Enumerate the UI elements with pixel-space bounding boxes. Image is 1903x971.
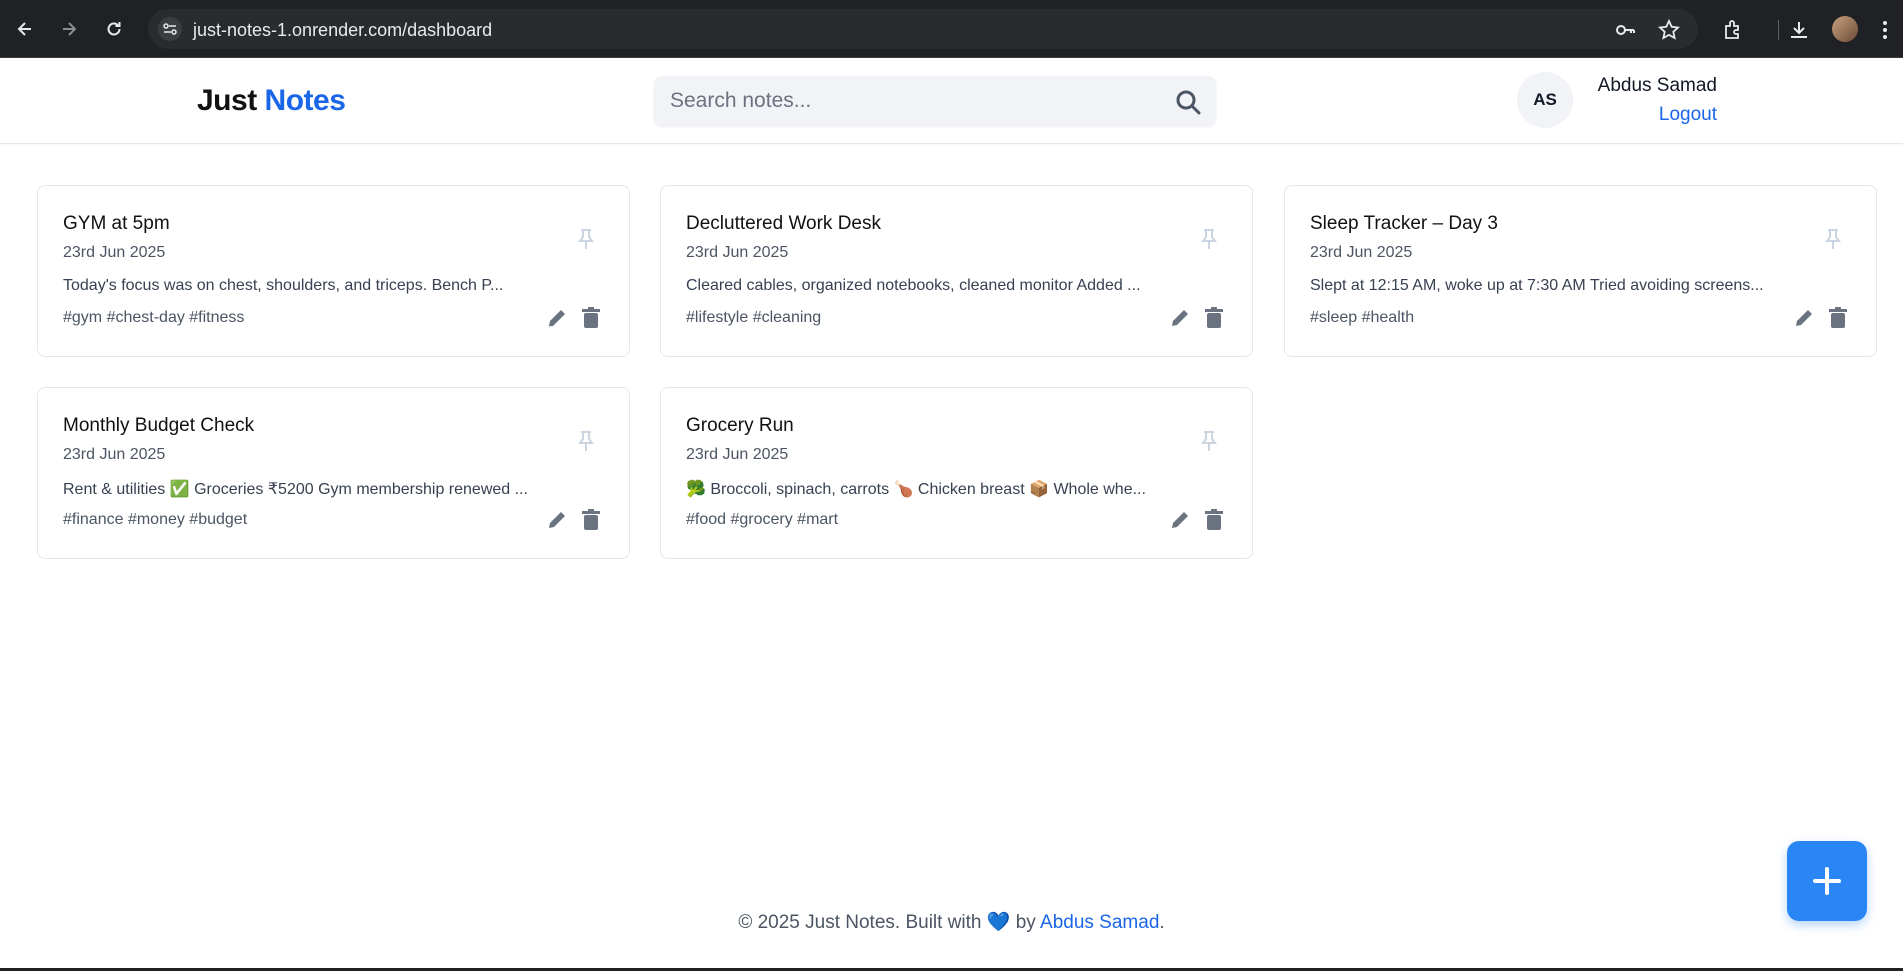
extensions-icon[interactable] (1720, 17, 1746, 43)
edit-icon[interactable] (1792, 306, 1816, 330)
note-title: Sleep Tracker – Day 3 (1310, 213, 1498, 234)
pin-icon[interactable] (1198, 429, 1220, 453)
note-tags: #lifestyle #cleaning (686, 309, 822, 326)
edit-icon[interactable] (1168, 508, 1192, 532)
add-note-button[interactable] (1787, 841, 1867, 921)
pin-icon[interactable] (575, 429, 597, 453)
user-name: Abdus Samad (1597, 75, 1717, 96)
note-date: 23rd Jun 2025 (686, 446, 789, 463)
note-title: Grocery Run (686, 415, 794, 436)
note-card[interactable]: Decluttered Work Desk 23rd Jun 2025 Clea… (660, 185, 1253, 357)
note-tags: #food #grocery #mart (686, 511, 839, 528)
browser-toolbar: just-notes-1.onrender.com/dashboard (0, 0, 1903, 58)
logo-part-just: Just (197, 84, 257, 117)
address-bar[interactable]: just-notes-1.onrender.com/dashboard (148, 9, 1698, 49)
back-button[interactable] (12, 16, 38, 42)
edit-icon[interactable] (545, 306, 569, 330)
pin-icon[interactable] (1198, 227, 1220, 251)
footer-author-link[interactable]: Abdus Samad (1040, 912, 1159, 933)
delete-icon[interactable] (1203, 508, 1225, 532)
app-header: Just Notes AS Abdus Samad Logout (0, 58, 1903, 144)
arrow-right-icon (63, 22, 77, 36)
delete-icon[interactable] (1827, 306, 1849, 330)
plus-icon (1813, 867, 1841, 895)
browser-menu-icon[interactable] (1872, 17, 1898, 43)
search-icon[interactable] (1174, 88, 1202, 116)
forward-button[interactable] (56, 16, 82, 42)
note-title: GYM at 5pm (63, 213, 170, 234)
note-title: Monthly Budget Check (63, 415, 255, 436)
logout-link[interactable]: Logout (1659, 104, 1717, 126)
delete-icon[interactable] (580, 306, 602, 330)
note-tags: #sleep #health (1310, 309, 1415, 326)
note-preview: 🥦 Broccoli, spinach, carrots 🍗 Chicken b… (686, 481, 1146, 498)
note-preview: Rent & utilities ✅ Groceries ₹5200 Gym m… (63, 481, 528, 498)
user-avatar[interactable]: AS (1517, 72, 1573, 128)
url-text: just-notes-1.onrender.com/dashboard (193, 20, 493, 40)
logo[interactable]: Just Notes (197, 84, 346, 118)
delete-icon[interactable] (1203, 306, 1225, 330)
edit-icon[interactable] (1168, 306, 1192, 330)
download-icon[interactable] (1786, 17, 1812, 43)
note-tags: #finance #money #budget (63, 511, 248, 528)
footer-suffix: . (1159, 912, 1165, 933)
site-info-icon[interactable] (158, 17, 182, 41)
logo-part-notes: Notes (264, 84, 346, 117)
note-date: 23rd Jun 2025 (63, 446, 166, 463)
note-card[interactable]: Monthly Budget Check 23rd Jun 2025 Rent … (37, 387, 630, 559)
reload-icon (107, 22, 121, 36)
heart-icon: 💙 (986, 912, 1011, 933)
note-tags: #gym #chest-day #fitness (63, 309, 245, 326)
password-key-icon[interactable] (1614, 19, 1636, 41)
arrow-left-icon (17, 22, 31, 36)
note-date: 23rd Jun 2025 (1310, 244, 1413, 261)
footer-by: by (1015, 912, 1036, 933)
browser-profile-avatar[interactable] (1832, 16, 1858, 42)
note-title: Decluttered Work Desk (686, 213, 881, 234)
bookmark-star-icon[interactable] (1658, 19, 1680, 41)
note-card[interactable]: Grocery Run 23rd Jun 2025 🥦 Broccoli, sp… (660, 387, 1253, 559)
note-preview: Today's focus was on chest, shoulders, a… (63, 277, 504, 294)
search-box (654, 76, 1216, 126)
pin-icon[interactable] (1822, 227, 1844, 251)
reload-button[interactable] (101, 16, 127, 42)
edit-icon[interactable] (545, 508, 569, 532)
pin-icon[interactable] (575, 227, 597, 251)
footer: © 2025 Just Notes. Built with 💙 by Abdus… (0, 910, 1903, 934)
note-preview: Cleared cables, organized notebooks, cle… (686, 277, 1141, 294)
note-card[interactable]: Sleep Tracker – Day 3 23rd Jun 2025 Slep… (1284, 185, 1877, 357)
note-date: 23rd Jun 2025 (63, 244, 166, 261)
note-date: 23rd Jun 2025 (686, 244, 789, 261)
note-preview: Slept at 12:15 AM, woke up at 7:30 AM Tr… (1310, 277, 1764, 294)
delete-icon[interactable] (580, 508, 602, 532)
search-input[interactable] (670, 76, 1150, 126)
note-card[interactable]: GYM at 5pm 23rd Jun 2025 Today's focus w… (37, 185, 630, 357)
footer-text: © 2025 Just Notes. Built with (738, 912, 982, 933)
